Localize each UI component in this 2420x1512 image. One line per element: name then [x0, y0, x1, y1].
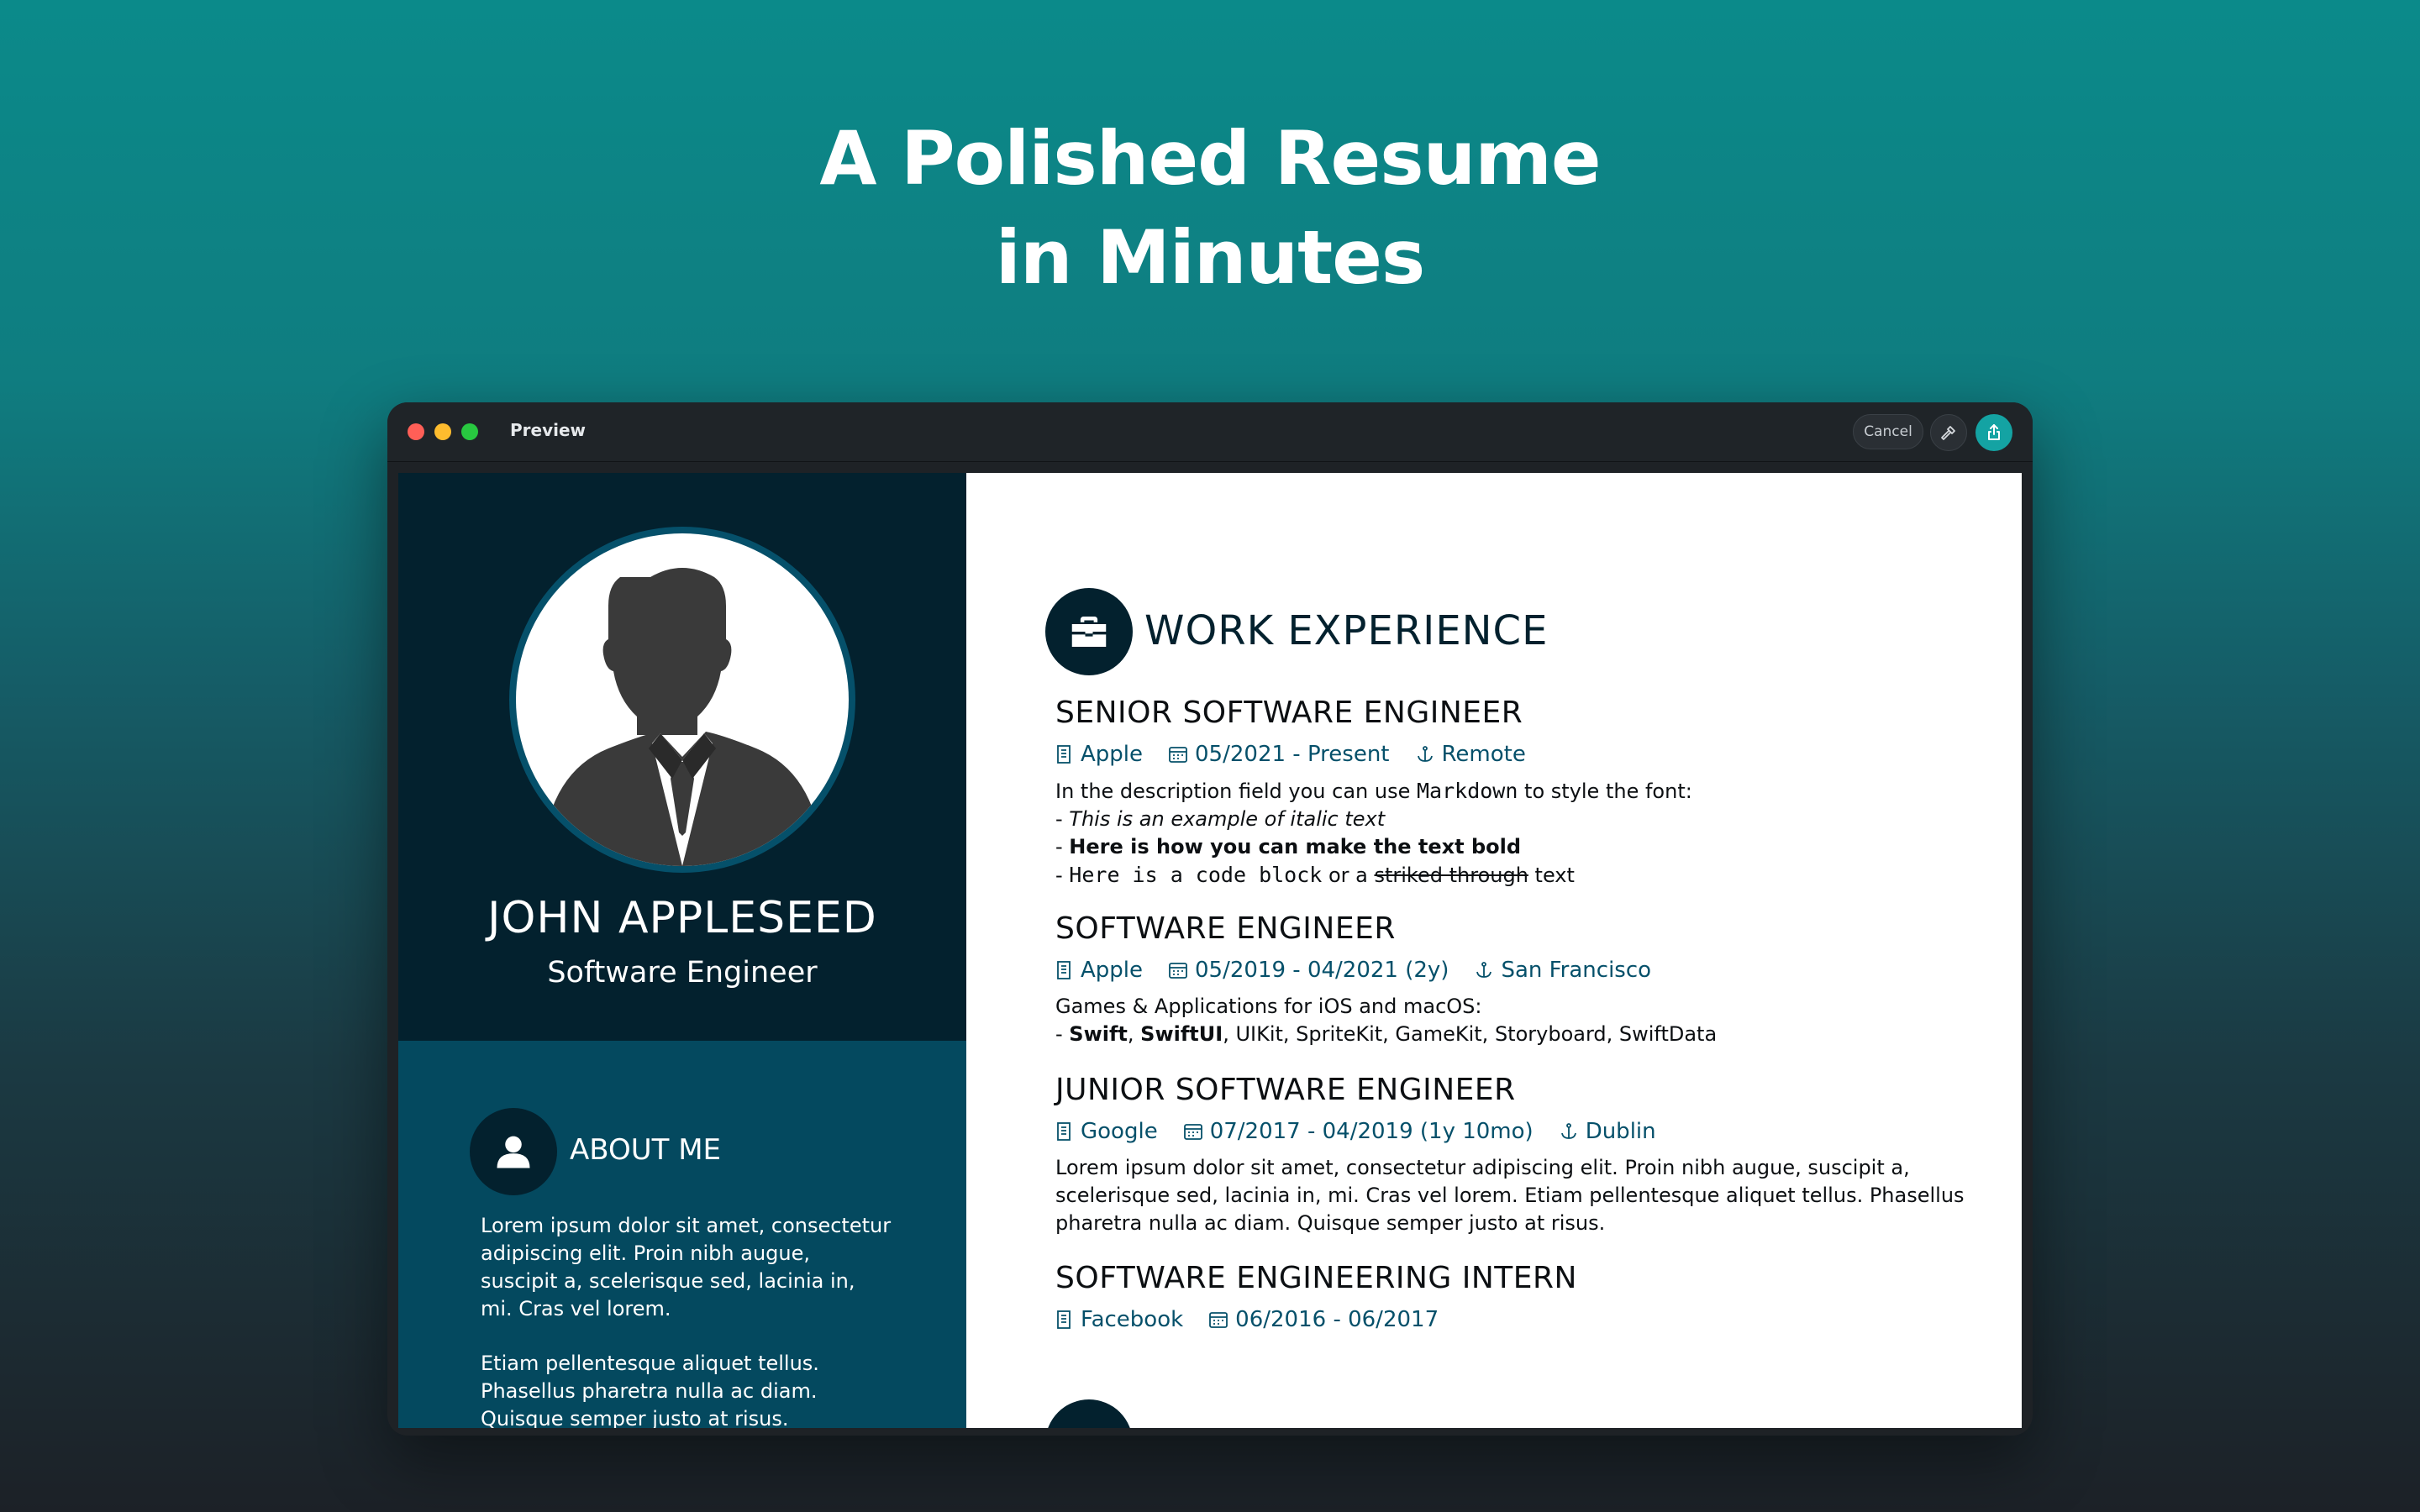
job-meta: Apple 05/2021 - Present Remote — [1055, 742, 1996, 767]
headline-line-1: A Polished Resume — [819, 115, 1601, 202]
job-location: San Francisco — [1474, 958, 1651, 983]
title-bar: Preview Cancel — [387, 402, 2033, 462]
job-company: Apple — [1055, 958, 1143, 983]
person-name: JOHN APPLESEED — [487, 893, 877, 943]
cancel-button[interactable]: Cancel — [1853, 414, 1923, 449]
about-me-badge — [470, 1108, 557, 1195]
about-me-text: Lorem ipsum dolor sit amet, consectetur … — [481, 1212, 892, 1428]
job-entry: SENIOR SOFTWARE ENGINEER Apple 05/2021 -… — [1055, 696, 1996, 890]
hammer-icon — [1941, 426, 1955, 440]
calendar-icon — [1169, 963, 1187, 979]
desc-code: Here is a code block — [1069, 863, 1323, 887]
close-window-button[interactable] — [408, 423, 424, 440]
calendar-icon — [1209, 1312, 1228, 1328]
building-icon — [1057, 961, 1071, 979]
zoom-window-button[interactable] — [461, 423, 478, 440]
job-dates-text: 05/2019 - 04/2021 (2y) — [1195, 958, 1449, 983]
desc-bold: SwiftUI — [1140, 1022, 1223, 1046]
job-meta: Google 07/2017 - 04/2019 (1y 10mo) Dubli… — [1055, 1119, 1996, 1144]
desc-strike: striked through — [1374, 864, 1528, 887]
desc-text: Games & Applications for iOS and macOS: — [1055, 995, 1482, 1018]
job-location-text: Remote — [1441, 742, 1526, 767]
headline-line-2: in Minutes — [995, 214, 1426, 301]
job-meta: Apple 05/2019 - 04/2021 (2y) San Francis… — [1055, 958, 1996, 983]
job-company-name: Apple — [1081, 742, 1144, 767]
avatar-image — [516, 533, 849, 866]
anchor-icon — [1417, 746, 1433, 762]
job-dates: 06/2016 - 06/2017 — [1208, 1307, 1439, 1332]
briefcase-icon — [1071, 617, 1107, 647]
calendar-icon — [1183, 1124, 1202, 1140]
job-title: SOFTWARE ENGINEER — [1055, 911, 1396, 946]
job-title: SENIOR SOFTWARE ENGINEER — [1055, 696, 1523, 730]
job-dates: 05/2019 - 04/2021 (2y) — [1168, 958, 1449, 983]
desc-bold: Swift — [1069, 1022, 1128, 1046]
job-dates-text: 06/2016 - 06/2017 — [1235, 1307, 1439, 1332]
about-paragraph-2: Etiam pellentesque aliquet tellus. Phase… — [481, 1352, 819, 1428]
job-dates: 05/2021 - Present — [1168, 742, 1390, 767]
desc-text: , UIKit, SpriteKit, GameKit, Storyboard,… — [1223, 1022, 1718, 1046]
headline: A Polished Resume in Minutes — [0, 109, 2420, 307]
job-location: Dublin — [1559, 1119, 1656, 1144]
desc-code-inline: Markdown — [1417, 779, 1518, 803]
preview-window: Preview Cancel JOHN APPLESEED Software E… — [387, 402, 2033, 1436]
about-paragraph-1: Lorem ipsum dolor sit amet, consectetur … — [481, 1214, 892, 1320]
job-title: SOFTWARE ENGINEERING INTERN — [1055, 1261, 1577, 1295]
job-description: In the description field you can use Mar… — [1055, 779, 1692, 887]
next-section-badge — [1045, 1399, 1133, 1428]
job-entry: JUNIOR SOFTWARE ENGINEER Google 07/2017 … — [1055, 1073, 1996, 1237]
minimize-window-button[interactable] — [434, 423, 451, 440]
share-button[interactable] — [1975, 414, 2012, 451]
job-description: Games & Applications for iOS and macOS: … — [1055, 993, 1996, 1048]
anchor-icon — [1476, 962, 1492, 978]
desc-text: or a — [1322, 864, 1375, 887]
anchor-icon — [1560, 1123, 1576, 1139]
job-location: Remote — [1415, 742, 1526, 767]
build-button[interactable] — [1930, 414, 1967, 451]
calendar-icon — [1169, 747, 1187, 763]
work-experience-title: WORK EXPERIENCE — [1144, 607, 1549, 654]
share-icon — [1988, 424, 2000, 440]
job-dates: 07/2017 - 04/2019 (1y 10mo) — [1183, 1119, 1534, 1144]
job-company: Apple — [1055, 742, 1143, 767]
job-entry: SOFTWARE ENGINEER Apple 05/2019 - 04/202… — [1055, 911, 1996, 1048]
resume-preview[interactable]: JOHN APPLESEED Software Engineer ABOUT M… — [398, 473, 2022, 1428]
window-title: Preview — [510, 420, 587, 440]
building-icon — [1057, 745, 1071, 764]
resume-main: WORK EXPERIENCE SENIOR SOFTWARE ENGINEER… — [966, 473, 2022, 1428]
desc-text: text — [1528, 864, 1575, 887]
avatar — [509, 527, 855, 873]
desc-text: to style the font: — [1518, 780, 1692, 803]
work-experience-badge — [1045, 588, 1133, 675]
job-entry: SOFTWARE ENGINEERING INTERN Facebook 06/… — [1055, 1261, 1996, 1332]
job-location-text: San Francisco — [1501, 958, 1652, 983]
job-dates-text: 07/2017 - 04/2019 (1y 10mo) — [1209, 1119, 1534, 1144]
job-company-name: Apple — [1081, 958, 1144, 983]
job-company-name: Facebook — [1081, 1307, 1184, 1332]
job-description: Lorem ipsum dolor sit amet, consectetur … — [1055, 1156, 1965, 1235]
user-icon — [497, 1136, 530, 1168]
job-meta: Facebook 06/2016 - 06/2017 — [1055, 1307, 1996, 1332]
job-company-name: Google — [1081, 1119, 1158, 1144]
job-company: Facebook — [1055, 1307, 1183, 1332]
job-title: JUNIOR SOFTWARE ENGINEER — [1055, 1073, 1516, 1107]
resume-sidebar: JOHN APPLESEED Software Engineer ABOUT M… — [398, 473, 966, 1428]
profile-header: JOHN APPLESEED Software Engineer — [398, 473, 966, 1041]
person-role: Software Engineer — [547, 956, 818, 990]
building-icon — [1057, 1122, 1071, 1141]
job-company: Google — [1055, 1119, 1158, 1144]
desc-italic: This is an example of italic text — [1069, 807, 1386, 831]
job-dates-text: 05/2021 - Present — [1195, 742, 1390, 767]
building-icon — [1057, 1310, 1071, 1329]
desc-bold: Here is how you can make the text bold — [1069, 835, 1522, 858]
desc-text: In the description field you can use — [1055, 780, 1417, 803]
person-silhouette-icon — [541, 568, 823, 866]
about-me-title: ABOUT ME — [570, 1133, 722, 1167]
job-location-text: Dublin — [1585, 1119, 1656, 1144]
